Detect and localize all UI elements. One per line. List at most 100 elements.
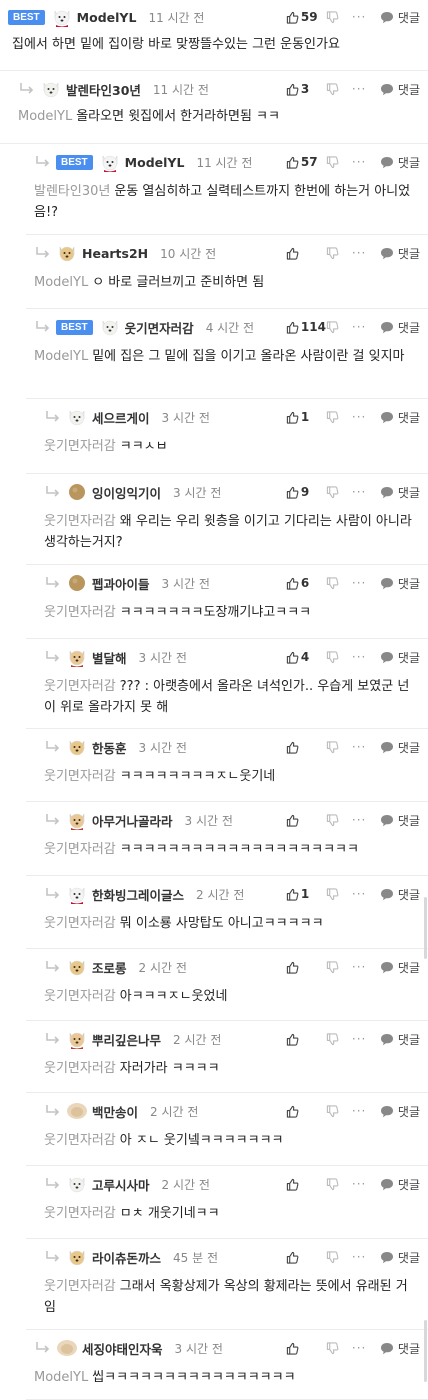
author-name[interactable]: 한화빙그레이글스 — [92, 885, 184, 904]
avatar[interactable] — [51, 6, 73, 28]
like-button[interactable]: 6 — [286, 576, 326, 590]
like-button[interactable] — [286, 1178, 326, 1191]
avatar[interactable] — [99, 151, 121, 173]
more-options-button[interactable]: ··· — [352, 155, 380, 169]
avatar[interactable] — [66, 1100, 88, 1122]
mention[interactable]: 웃기면자러감 — [44, 1061, 116, 1076]
like-button[interactable] — [286, 814, 326, 827]
reply-button[interactable]: 댓글 — [380, 1103, 420, 1120]
like-button[interactable] — [286, 1105, 326, 1118]
like-button[interactable]: 1 — [286, 410, 326, 424]
author-name[interactable]: 웃기면자러감 — [125, 318, 194, 337]
reply-button[interactable]: 댓글 — [380, 409, 420, 426]
more-options-button[interactable]: ··· — [352, 650, 380, 664]
more-options-button[interactable]: ··· — [352, 246, 380, 260]
mention[interactable]: 웃기면자러감 — [44, 514, 116, 529]
more-options-button[interactable]: ··· — [352, 10, 380, 24]
dislike-button[interactable] — [326, 650, 352, 664]
mention[interactable]: ModelYL — [18, 109, 72, 124]
avatar[interactable] — [40, 78, 62, 100]
reply-button[interactable]: 댓글 — [380, 319, 420, 336]
avatar[interactable] — [66, 809, 88, 831]
more-options-button[interactable]: ··· — [352, 740, 380, 754]
like-button[interactable] — [286, 247, 326, 260]
dislike-button[interactable] — [326, 1177, 352, 1191]
avatar[interactable] — [66, 1173, 88, 1195]
more-options-button[interactable]: ··· — [352, 1104, 380, 1118]
reply-button[interactable]: 댓글 — [380, 81, 420, 98]
like-button[interactable]: 57 — [286, 155, 326, 169]
reply-button[interactable]: 댓글 — [380, 1249, 420, 1266]
reply-button[interactable]: 댓글 — [380, 484, 420, 501]
dislike-button[interactable] — [326, 10, 352, 24]
author-name[interactable]: 라이츄돈까스 — [92, 1248, 161, 1267]
dislike-button[interactable] — [326, 1104, 352, 1118]
more-options-button[interactable]: ··· — [352, 320, 380, 334]
reply-button[interactable]: 댓글 — [380, 154, 420, 171]
scrollbar[interactable] — [424, 897, 427, 959]
author-name[interactable]: 세으르게이 — [92, 408, 150, 427]
dislike-button[interactable] — [326, 1250, 352, 1264]
mention[interactable]: 웃기면자러감 — [44, 679, 116, 694]
mention[interactable]: ModelYL — [34, 275, 88, 290]
more-options-button[interactable]: ··· — [352, 1341, 380, 1355]
dislike-button[interactable] — [326, 320, 352, 334]
avatar[interactable] — [99, 316, 121, 338]
mention[interactable]: 웃기면자러감 — [44, 842, 116, 857]
mention[interactable]: 웃기면자러감 — [44, 916, 116, 931]
dislike-button[interactable] — [326, 960, 352, 974]
reply-button[interactable]: 댓글 — [380, 886, 420, 903]
author-name[interactable]: 세징야태인자욱 — [82, 1339, 163, 1358]
author-name[interactable]: 고루시사마 — [92, 1175, 150, 1194]
like-button[interactable] — [286, 1251, 326, 1264]
avatar[interactable] — [66, 883, 88, 905]
dislike-button[interactable] — [326, 246, 352, 260]
author-name[interactable]: 발렌타인30년 — [66, 80, 141, 99]
avatar[interactable] — [66, 956, 88, 978]
like-button[interactable] — [286, 1342, 326, 1355]
dislike-button[interactable] — [326, 887, 352, 901]
dislike-button[interactable] — [326, 485, 352, 499]
like-button[interactable]: 4 — [286, 650, 326, 664]
avatar[interactable] — [66, 406, 88, 428]
avatar[interactable] — [66, 1028, 88, 1050]
author-name[interactable]: 잉이잉익기이 — [92, 483, 161, 502]
more-options-button[interactable]: ··· — [352, 410, 380, 424]
like-button[interactable] — [286, 741, 326, 754]
dislike-button[interactable] — [326, 576, 352, 590]
author-name[interactable]: ModelYL — [77, 10, 137, 25]
dislike-button[interactable] — [326, 813, 352, 827]
more-options-button[interactable]: ··· — [352, 82, 380, 96]
more-options-button[interactable]: ··· — [352, 960, 380, 974]
reply-button[interactable]: 댓글 — [380, 1031, 420, 1048]
avatar[interactable] — [66, 1246, 88, 1268]
like-button[interactable]: 59 — [286, 10, 326, 24]
reply-button[interactable]: 댓글 — [380, 739, 420, 756]
mention[interactable]: 웃기면자러감 — [44, 769, 116, 784]
reply-button[interactable]: 댓글 — [380, 1176, 420, 1193]
author-name[interactable]: 조로롱 — [92, 958, 127, 977]
reply-button[interactable]: 댓글 — [380, 245, 420, 262]
avatar[interactable] — [56, 1337, 78, 1359]
more-options-button[interactable]: ··· — [352, 1032, 380, 1046]
dislike-button[interactable] — [326, 1032, 352, 1046]
mention[interactable]: 웃기면자러감 — [44, 1206, 116, 1221]
more-options-button[interactable]: ··· — [352, 576, 380, 590]
more-options-button[interactable]: ··· — [352, 1250, 380, 1264]
author-name[interactable]: 별달해 — [92, 648, 127, 667]
dislike-button[interactable] — [326, 1341, 352, 1355]
author-name[interactable]: 아무거나골라라 — [92, 811, 173, 830]
like-button[interactable] — [286, 1033, 326, 1046]
like-button[interactable]: 9 — [286, 485, 326, 499]
dislike-button[interactable] — [326, 410, 352, 424]
reply-button[interactable]: 댓글 — [380, 812, 420, 829]
more-options-button[interactable]: ··· — [352, 813, 380, 827]
reply-button[interactable]: 댓글 — [380, 575, 420, 592]
dislike-button[interactable] — [326, 740, 352, 754]
mention[interactable]: 웃기면자러감 — [44, 605, 116, 620]
avatar[interactable] — [56, 242, 78, 264]
author-name[interactable]: 한동훈 — [92, 738, 127, 757]
mention[interactable]: 웃기면자러감 — [44, 989, 116, 1004]
scrollbar-lower[interactable] — [424, 1320, 427, 1382]
author-name[interactable]: Hearts2H — [82, 246, 148, 261]
